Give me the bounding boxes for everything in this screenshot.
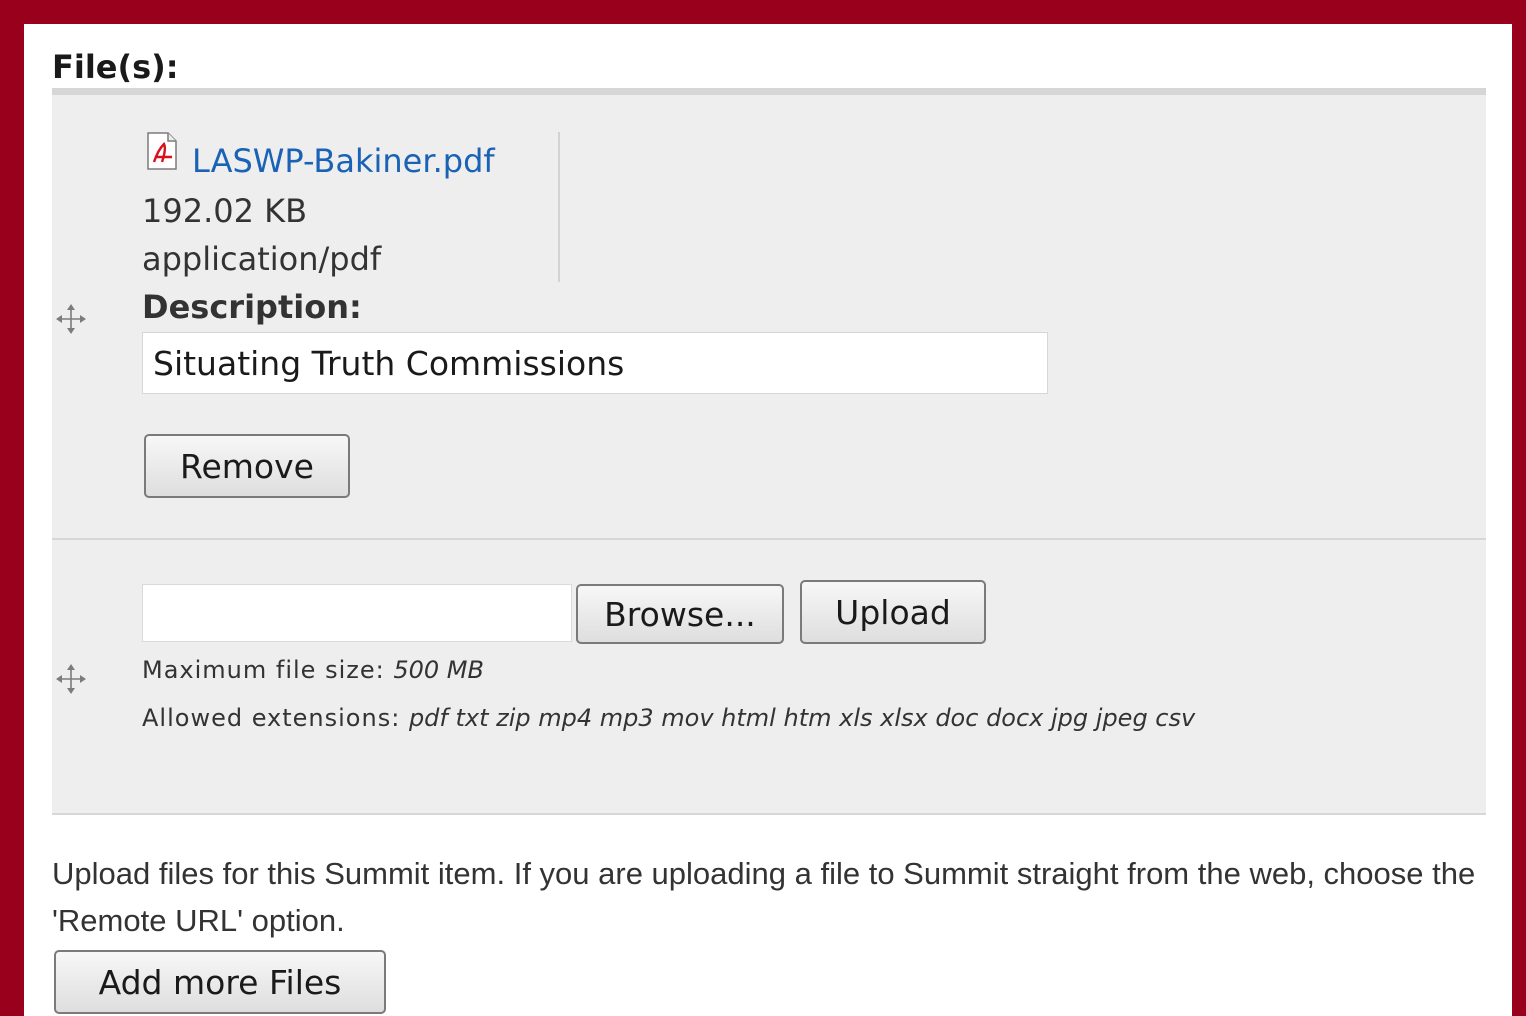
max-file-size-value: 500 MB — [393, 656, 484, 684]
file-info: LASWP-Bakiner.pdf 192.02 KB application/… — [142, 132, 560, 282]
allowed-extensions-label: Allowed extensions: — [142, 704, 401, 732]
file-mime-type: application/pdf — [142, 240, 382, 278]
browse-button[interactable]: Browse... — [576, 584, 784, 644]
allowed-extensions-hint: Allowed extensions: pdf txt zip mp4 mp3 … — [142, 704, 1195, 732]
remove-button[interactable]: Remove — [144, 434, 350, 498]
file-link[interactable]: LASWP-Bakiner.pdf — [192, 142, 495, 180]
upload-button[interactable]: Upload — [800, 580, 986, 644]
max-file-size-hint: Maximum file size: 500 MB — [142, 656, 484, 684]
max-file-size-label: Maximum file size: — [142, 656, 385, 684]
description-input[interactable] — [142, 332, 1048, 394]
help-text: Upload files for this Summit item. If yo… — [52, 856, 1476, 938]
description-label: Description: — [142, 288, 362, 326]
row-divider — [52, 538, 1486, 540]
pdf-icon — [146, 132, 178, 170]
files-section-title: File(s): — [52, 48, 179, 86]
add-more-files-button[interactable]: Add more Files — [54, 950, 386, 1014]
allowed-extensions-value: pdf txt zip mp4 mp3 mov html htm xls xls… — [408, 704, 1196, 732]
file-path-input[interactable] — [142, 584, 572, 642]
drag-handle-icon[interactable] — [54, 662, 88, 696]
file-size: 192.02 KB — [142, 192, 308, 230]
drag-handle-icon[interactable] — [54, 302, 88, 336]
